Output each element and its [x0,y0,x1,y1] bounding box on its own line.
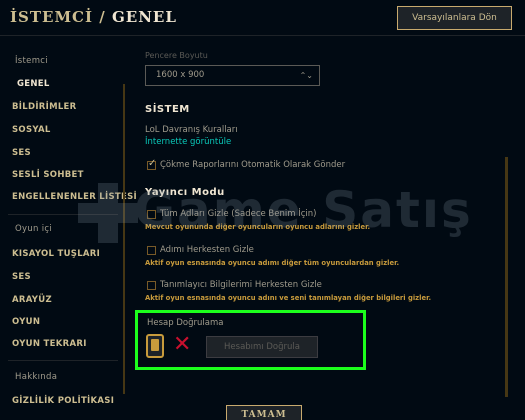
sidebar-item-hotkeys[interactable]: KISAYOL TUŞLARI [12,249,100,259]
window-size-value: 1600 x 900 [156,70,205,80]
window-size-select[interactable]: 1600 x 900 ⌃⌄ [145,65,320,86]
sidebar-category-client: İstemci [15,56,48,66]
title-current: GENEL [111,8,177,26]
account-verification-title: Hesap Doğrulama [147,318,224,328]
chevron-updown-icon: ⌃⌄ [299,71,313,80]
sidebar-item-notifications[interactable]: BİLDİRİMLER [12,102,77,112]
reset-defaults-button[interactable]: Varsayılanlara Dön [397,6,512,30]
behavior-rules-text: LoL Davranış Kuralları [145,125,238,135]
hide-identity-checkbox[interactable] [147,281,156,290]
sidebar-item-privacy-policy[interactable]: GİZLİLİK POLİTİKASI [12,396,114,406]
hide-my-name-label: Adımı Herkesten Gizle [160,245,254,255]
hide-my-name-checkbox[interactable] [147,246,156,255]
streamer-mode-title: Yayıncı Modu [145,187,225,198]
system-section-title: SİSTEM [145,104,190,115]
hide-all-names-label: Tüm Adları Gizle (Sadece Benim İçin) [160,209,317,219]
hide-all-names-checkbox[interactable] [147,210,156,219]
hide-identity-label: Tanımlayıcı Bilgilerimi Herkesten Gizle [160,280,322,290]
hide-all-names-description: Mevcut oyununda diğer oyuncuların oyuncu… [145,223,371,231]
sidebar-item-ingame-sound[interactable]: SES [12,272,31,282]
phone-icon [146,334,164,358]
main-panel: Pencere Boyutu 1600 x 900 ⌃⌄ SİSTEM LoL … [130,37,525,420]
sidebar-item-voice-chat[interactable]: SESLİ SOHBET [12,170,84,180]
hide-my-name-description: Aktif oyun esnasında oyuncu adımı diğer … [145,259,400,267]
main-scrollbar[interactable] [505,157,508,397]
sidebar-item-interface[interactable]: ARAYÜZ [12,295,52,305]
sidebar-scrollbar[interactable] [123,84,125,394]
crash-reports-label: Çökme Raporlarını Otomatik Olarak Gönder [160,160,346,170]
view-online-link[interactable]: İnternette görüntüle [145,137,231,147]
x-icon: ✕ [173,332,192,357]
sidebar-divider [8,214,118,215]
sidebar-divider [8,360,118,361]
sidebar-item-replay[interactable]: OYUN TEKRARI [12,339,87,349]
page-title: İSTEMCİ / GENEL [10,8,177,26]
title-prefix: İSTEMCİ / [10,8,106,26]
sidebar-category-ingame: Oyun içi [15,224,52,234]
hide-identity-description: Aktif oyun esnasında oyuncu adını ve sen… [145,294,432,302]
sidebar-category-about: Hakkında [15,372,58,382]
sidebar: İstemci GENEL BİLDİRİMLER SOSYAL SES SES… [0,37,137,420]
sidebar-item-social[interactable]: SOSYAL [12,125,51,135]
header: İSTEMCİ / GENEL Varsayılanlara Dön [0,0,525,36]
verify-account-button[interactable]: Hesabımı Doğrula [206,336,318,358]
sidebar-item-blocked-list[interactable]: ENGELLENENLER LİSTESİ [12,192,137,202]
sidebar-item-sound[interactable]: SES [12,148,31,158]
account-verification-box: Hesap Doğrulama ✕ Hesabımı Doğrula [135,310,366,370]
ok-button[interactable]: TAMAM [226,405,302,420]
window-size-label: Pencere Boyutu [145,51,208,60]
sidebar-item-general[interactable]: GENEL [17,79,50,89]
sidebar-item-game[interactable]: OYUN [12,317,40,327]
crash-reports-checkbox[interactable] [147,158,156,170]
